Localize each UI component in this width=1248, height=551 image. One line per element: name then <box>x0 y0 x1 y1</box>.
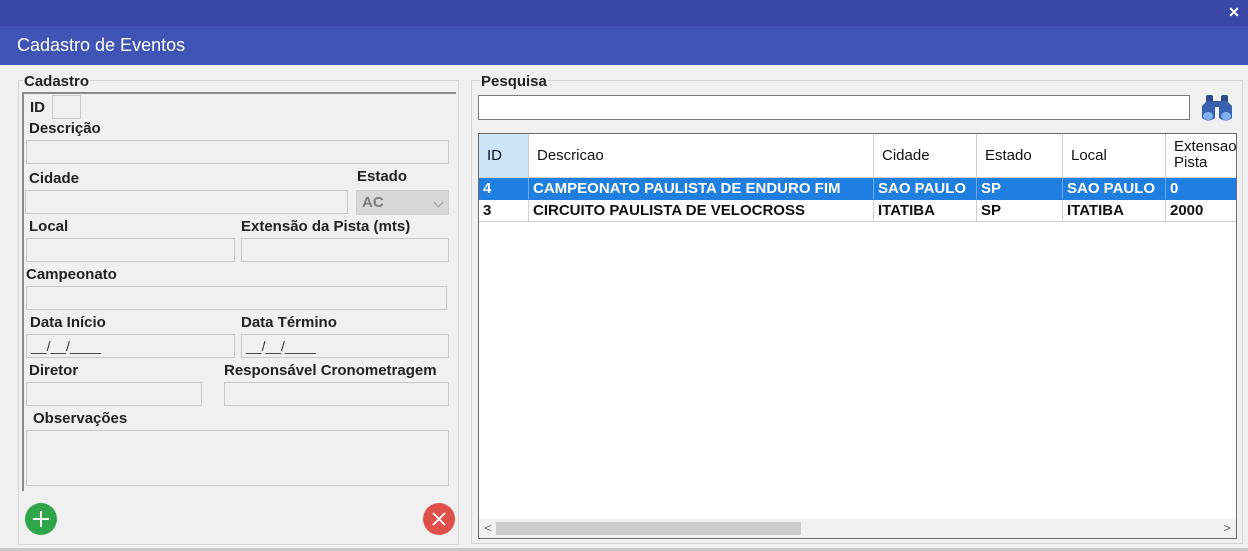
estado-label: Estado <box>357 168 408 185</box>
campeonato-label: Campeonato <box>26 266 117 283</box>
data-inicio-field[interactable] <box>26 334 235 358</box>
diretor-label: Diretor <box>29 362 79 379</box>
data-inicio-label: Data Início <box>30 314 106 331</box>
id-label: ID <box>30 99 45 116</box>
scrollbar-thumb[interactable] <box>496 522 801 535</box>
extensao-field[interactable] <box>241 238 449 262</box>
chevron-down-icon <box>433 197 444 208</box>
local-label: Local <box>29 218 69 235</box>
estado-select-value: AC <box>362 194 384 211</box>
descricao-field[interactable] <box>26 140 449 164</box>
cell-id: 4 <box>479 178 529 200</box>
horizontal-scrollbar[interactable]: < > <box>479 519 1236 538</box>
observacoes-field[interactable] <box>26 430 449 486</box>
cell-id: 3 <box>479 200 529 222</box>
cell-extensao: 2000 <box>1166 200 1236 222</box>
cadastro-inner-left-border <box>22 92 24 491</box>
events-grid[interactable]: ID Descricao Cidade Estado Local Extensa… <box>478 133 1237 539</box>
close-button[interactable]: ✕ <box>1226 4 1242 20</box>
x-icon <box>432 512 446 526</box>
binoculars-icon <box>1202 95 1232 121</box>
search-input[interactable] <box>478 95 1190 120</box>
cadastro-inner-top-border <box>22 92 456 94</box>
cidade-label: Cidade <box>29 170 80 187</box>
column-header-id[interactable]: ID <box>479 134 529 178</box>
column-header-estado[interactable]: Estado <box>977 134 1063 178</box>
window-title: Cadastro de Eventos <box>17 35 186 55</box>
responsavel-field[interactable] <box>224 382 449 406</box>
column-header-cidade[interactable]: Cidade <box>874 134 977 178</box>
observacoes-label: Observações <box>33 410 128 427</box>
cancel-button[interactable] <box>423 503 455 535</box>
descricao-label: Descrição <box>29 120 101 137</box>
title-bar: Cadastro de Eventos <box>0 26 1248 65</box>
cell-estado: SP <box>977 178 1063 200</box>
responsavel-label: Responsável Cronometragem <box>224 362 437 379</box>
data-termino-label: Data Término <box>241 314 337 331</box>
estado-select[interactable]: AC <box>356 190 449 215</box>
local-field[interactable] <box>26 238 235 262</box>
cell-descricao: CIRCUITO PAULISTA DE VELOCROSS <box>529 200 874 222</box>
campeonato-field[interactable] <box>26 286 447 310</box>
column-header-local[interactable]: Local <box>1063 134 1166 178</box>
table-row[interactable]: 3 CIRCUITO PAULISTA DE VELOCROSS ITATIBA… <box>479 200 1236 222</box>
pesquisa-group-title: Pesquisa <box>480 73 548 90</box>
cell-cidade: SAO PAULO <box>874 178 977 200</box>
diretor-field[interactable] <box>26 382 202 406</box>
cell-local: ITATIBA <box>1063 200 1166 222</box>
cell-extensao: 0 <box>1166 178 1236 200</box>
column-header-extensao[interactable]: Extensao Pista <box>1166 134 1236 178</box>
cell-local: SAO PAULO <box>1063 178 1166 200</box>
add-button[interactable] <box>25 503 57 535</box>
table-row[interactable]: 4 CAMPEONATO PAULISTA DE ENDURO FIM SAO … <box>479 178 1236 200</box>
scroll-right-button[interactable]: > <box>1220 520 1234 537</box>
cell-descricao: CAMPEONATO PAULISTA DE ENDURO FIM <box>529 178 874 200</box>
id-field[interactable] <box>52 95 81 119</box>
cell-estado: SP <box>977 200 1063 222</box>
plus-icon <box>33 511 49 527</box>
cadastro-group-title: Cadastro <box>23 73 91 90</box>
data-termino-field[interactable] <box>241 334 449 358</box>
cell-cidade: ITATIBA <box>874 200 977 222</box>
cidade-field[interactable] <box>25 190 348 214</box>
extensao-label: Extensão da Pista (mts) <box>241 218 411 235</box>
column-header-descricao[interactable]: Descricao <box>529 134 874 178</box>
window-top-strip: ✕ <box>0 0 1248 26</box>
search-button[interactable] <box>1199 92 1235 124</box>
scroll-left-button[interactable]: < <box>481 520 495 537</box>
